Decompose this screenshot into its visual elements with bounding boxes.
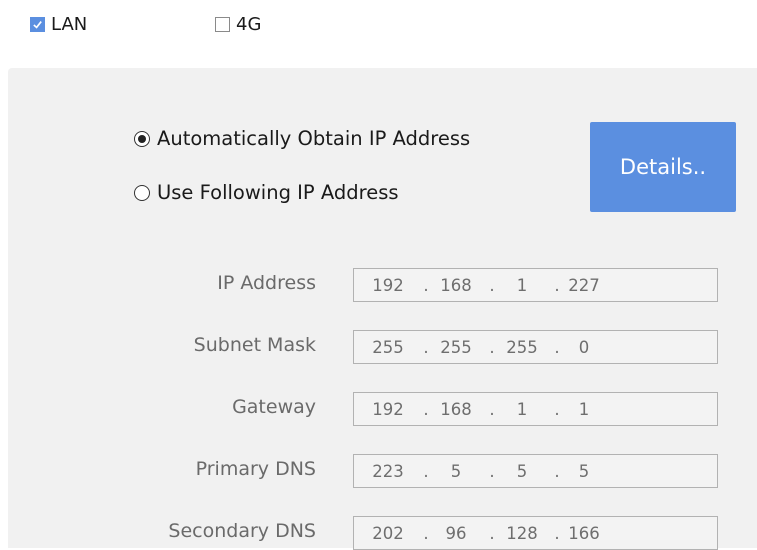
secondary-dns-label: Secondary DNS [168, 520, 316, 542]
4g-label: 4G [236, 14, 262, 35]
ip-separator: . [423, 276, 429, 295]
primary-dns-octet-2[interactable]: 5 [434, 462, 478, 481]
primary-dns-octet-1[interactable]: 223 [366, 462, 410, 481]
radio-selected-dot [138, 134, 146, 143]
gateway-octet-1[interactable]: 192 [366, 400, 410, 419]
secondary-dns-octet-1[interactable]: 202 [366, 524, 410, 543]
ip-octet-4[interactable]: 227 [562, 276, 606, 295]
lan-checkbox-box[interactable] [30, 17, 45, 32]
gateway-separator: . [423, 400, 429, 419]
primary-dns-octet-4[interactable]: 5 [562, 462, 606, 481]
checkmark-icon [33, 21, 42, 29]
gateway-label: Gateway [232, 396, 316, 418]
gateway-separator: . [554, 400, 560, 419]
subnet-separator: . [489, 338, 495, 357]
subnet-mask-field[interactable]: 255 . 255 . 255 . 0 [353, 330, 718, 364]
ip-separator: . [554, 276, 560, 295]
subnet-separator: . [554, 338, 560, 357]
secondary-dns-octet-3[interactable]: 128 [500, 524, 544, 543]
gateway-octet-2[interactable]: 168 [434, 400, 478, 419]
lan-checkbox[interactable]: LAN [30, 14, 87, 35]
details-button[interactable]: Details.. [590, 122, 736, 212]
gateway-octet-4[interactable]: 1 [562, 400, 606, 419]
gateway-separator: . [489, 400, 495, 419]
radio-manual-ip-label: Use Following IP Address [157, 181, 399, 204]
primary-dns-label: Primary DNS [195, 458, 316, 480]
primary-dns-field[interactable]: 223 . 5 . 5 . 5 [353, 454, 718, 488]
4g-checkbox-box[interactable] [215, 17, 230, 32]
secondary-dns-octet-4[interactable]: 166 [562, 524, 606, 543]
secondary-dns-field[interactable]: 202 . 96 . 128 . 166 [353, 516, 718, 550]
secondary-dns-separator: . [554, 524, 560, 543]
primary-dns-separator: . [423, 462, 429, 481]
subnet-mask-label: Subnet Mask [193, 334, 316, 356]
secondary-dns-separator: . [489, 524, 495, 543]
secondary-dns-separator: . [423, 524, 429, 543]
primary-dns-octet-3[interactable]: 5 [500, 462, 544, 481]
ip-separator: . [489, 276, 495, 295]
subnet-separator: . [423, 338, 429, 357]
radio-manual-ip[interactable]: Use Following IP Address [134, 181, 399, 204]
subnet-octet-1[interactable]: 255 [366, 338, 410, 357]
lan-label: LAN [51, 14, 88, 35]
ip-address-label: IP Address [217, 272, 316, 294]
primary-dns-separator: . [489, 462, 495, 481]
secondary-dns-octet-2[interactable]: 96 [434, 524, 478, 543]
primary-dns-separator: . [554, 462, 560, 481]
radio-auto-ip-button[interactable] [134, 130, 150, 147]
gateway-field[interactable]: 192 . 168 . 1 . 1 [353, 392, 718, 426]
ip-octet-1[interactable]: 192 [366, 276, 410, 295]
gateway-octet-3[interactable]: 1 [500, 400, 544, 419]
ip-address-field[interactable]: 192 . 168 . 1 . 227 [353, 268, 718, 302]
radio-auto-ip[interactable]: Automatically Obtain IP Address [134, 127, 470, 150]
subnet-octet-2[interactable]: 255 [434, 338, 478, 357]
subnet-octet-4[interactable]: 0 [562, 338, 606, 357]
radio-manual-ip-button[interactable] [134, 184, 150, 201]
radio-auto-ip-label: Automatically Obtain IP Address [157, 127, 471, 150]
4g-checkbox[interactable]: 4G [215, 14, 261, 35]
ip-octet-2[interactable]: 168 [434, 276, 478, 295]
subnet-octet-3[interactable]: 255 [500, 338, 544, 357]
ip-octet-3[interactable]: 1 [500, 276, 544, 295]
